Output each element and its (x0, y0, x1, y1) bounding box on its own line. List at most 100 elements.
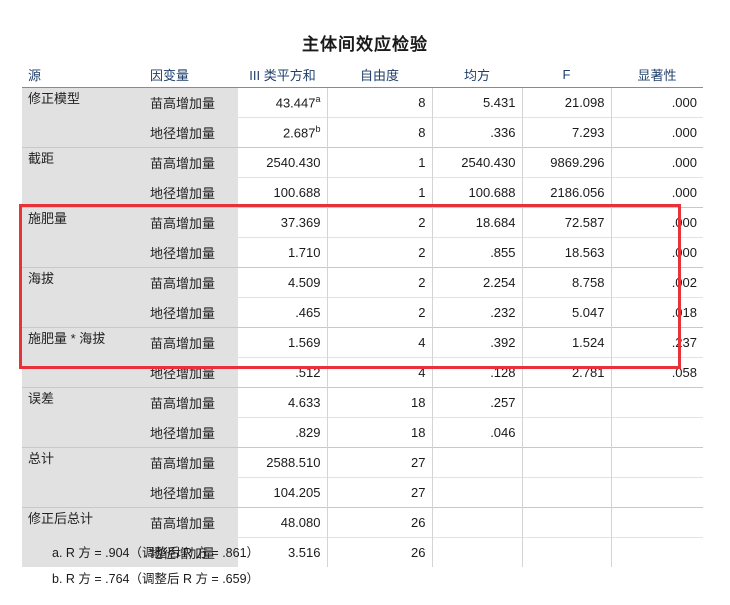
ss-cell: .465 (238, 297, 328, 328)
ss-cell: 104.205 (238, 477, 328, 508)
table-row: 误差 苗高增加量 4.633 18.257 (22, 387, 703, 448)
df-cell: 18 (327, 417, 433, 448)
df-cell: 4 (327, 327, 433, 358)
df-cell: 2 (327, 297, 433, 328)
f-cell: 72.587 (522, 207, 612, 238)
ss-cell: 43.447a (238, 87, 328, 118)
dependent-cell: 地径增加量 (144, 477, 238, 508)
f-cell: 8.758 (522, 267, 612, 298)
sig-cell: .000 (611, 207, 703, 238)
ss-cell: 2.687b (238, 117, 328, 148)
footnote-marker: b (315, 124, 321, 135)
f-cell: 5.047 (522, 297, 612, 328)
ms-cell: .336 (432, 117, 523, 148)
sig-cell (611, 537, 703, 567)
ms-cell: 100.688 (432, 177, 523, 208)
dependent-cell: 地径增加量 (144, 297, 238, 328)
ms-cell: 2540.430 (432, 147, 523, 178)
ms-cell: .046 (432, 417, 523, 448)
table-row: 截距 苗高增加量 2540.430 1 2540.430 9869.296.000 (22, 147, 703, 208)
table-row: 修正模型 苗高增加量 43.447a 8 5.431 21.098.000 (22, 87, 703, 148)
source-cell: 截距 (22, 147, 144, 208)
dependent-cell: 苗高增加量 (144, 267, 238, 298)
ms-cell: .232 (432, 297, 523, 328)
df-cell: 8 (327, 87, 433, 118)
table-title: 主体间效应检验 (302, 35, 428, 54)
ms-cell: .257 (432, 387, 523, 418)
source-cell: 总计 (22, 447, 144, 508)
f-cell (522, 537, 612, 567)
df-cell: 8 (327, 117, 433, 148)
ss-cell: 4.509 (238, 267, 328, 298)
ss-cell: 2540.430 (238, 147, 328, 178)
df-cell: 26 (327, 507, 433, 538)
ss-cell: 100.688 (238, 177, 328, 208)
dependent-cell: 地径增加量 (144, 357, 238, 388)
sig-cell: .000 (611, 117, 703, 148)
f-cell (522, 387, 612, 418)
df-cell: 27 (327, 447, 433, 478)
f-cell (522, 417, 612, 448)
sig-cell: .000 (611, 177, 703, 208)
col-header-sig: 显著性 (611, 62, 703, 88)
dependent-cell: 地径增加量 (144, 417, 238, 448)
ss-cell: 4.633 (238, 387, 328, 418)
ss-cell: 2588.510 (238, 447, 328, 478)
f-cell: 1.524 (522, 327, 612, 358)
dependent-cell: 苗高增加量 (144, 87, 238, 118)
footnote-marker: a (315, 94, 321, 105)
df-cell: 1 (327, 147, 433, 178)
ss-value: 43.447 (275, 95, 316, 111)
ms-cell: 5.431 (432, 87, 523, 118)
ss-cell: 37.369 (238, 207, 328, 238)
col-header-ss: III 类平方和 (238, 62, 327, 88)
dependent-cell: 苗高增加量 (144, 387, 238, 418)
ss-cell: .829 (238, 417, 328, 448)
table-body: 修正模型 苗高增加量 43.447a 8 5.431 21.098.000 地径增加量 2.6… (22, 87, 703, 567)
df-cell: 2 (327, 267, 433, 298)
sig-cell: .000 (611, 237, 703, 268)
df-cell: 26 (327, 537, 433, 567)
dependent-cell: 地径增加量 (144, 237, 238, 268)
table-row: 总计 苗高增加量 2588.510 27 (22, 447, 703, 508)
ms-cell (432, 537, 523, 567)
footnote-b: b. R 方 = .764（调整后 R 方 = .659） (52, 572, 260, 586)
dependent-cell: 地径增加量 (144, 117, 238, 148)
ms-cell: 18.684 (432, 207, 523, 238)
ms-cell: .392 (432, 327, 523, 358)
ss-cell: 1.710 (238, 237, 328, 268)
df-cell: 27 (327, 477, 433, 508)
sig-cell: .018 (611, 297, 703, 328)
ms-cell (432, 507, 523, 538)
sig-cell (611, 477, 703, 508)
sig-cell: .000 (611, 147, 703, 178)
f-cell (522, 477, 612, 508)
source-cell: 施肥量 (22, 207, 144, 268)
f-cell (522, 447, 612, 478)
dependent-cell: 苗高增加量 (144, 207, 238, 238)
ss-value: 2.687 (282, 125, 316, 141)
f-cell: 2.781 (522, 357, 612, 388)
f-cell: 18.563 (522, 237, 612, 268)
ms-cell: .128 (432, 357, 523, 388)
table-row: 海拔 苗高增加量 4.509 2 2.254 8.758.002 (22, 267, 703, 328)
df-cell: 2 (327, 207, 433, 238)
f-cell (522, 507, 612, 538)
dependent-cell: 苗高增加量 (144, 447, 238, 478)
dependent-cell: 苗高增加量 (144, 147, 238, 178)
table-row: 施肥量 * 海拔 苗高增加量 1.569 4.392 1.524.237 (22, 327, 703, 388)
source-cell: 海拔 (22, 267, 144, 328)
col-header-source: 源 (22, 62, 144, 88)
sig-cell: .002 (611, 267, 703, 298)
table-row: 施肥量 苗高增加量 37.369 2 18.684 72.587.000 (22, 207, 703, 268)
dependent-cell: 苗高增加量 (144, 507, 238, 538)
f-cell: 7.293 (522, 117, 612, 148)
source-cell: 施肥量 * 海拔 (22, 327, 144, 388)
df-cell: 1 (327, 177, 433, 208)
ms-cell (432, 447, 523, 478)
col-header-ms: 均方 (432, 62, 522, 88)
sig-cell: .058 (611, 357, 703, 388)
ms-cell: 2.254 (432, 267, 523, 298)
dependent-cell: 地径增加量 (144, 177, 238, 208)
ms-cell (432, 477, 523, 508)
